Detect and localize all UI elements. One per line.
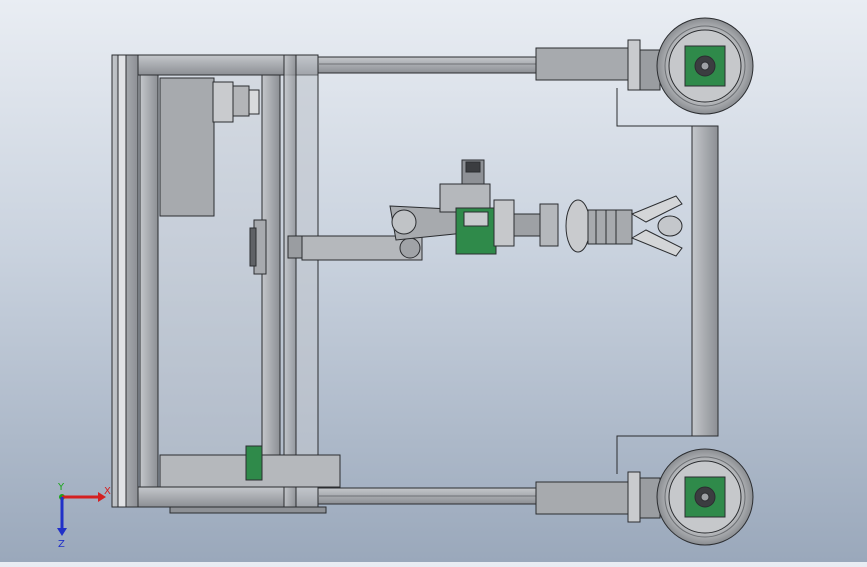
frame-bearing-middle bbox=[249, 219, 267, 275]
wheel-bottom bbox=[535, 448, 754, 546]
assembly-drawing: X Y Z bbox=[57, 17, 754, 550]
rail-top bbox=[317, 56, 537, 74]
frame-left bbox=[111, 54, 319, 508]
z-arrow-head bbox=[57, 528, 67, 536]
x-axis-label: X bbox=[104, 486, 111, 497]
arm-gripper bbox=[565, 195, 683, 257]
wheel-top bbox=[535, 17, 754, 115]
orientation-triad: X Y Z bbox=[57, 482, 111, 550]
cad-viewport[interactable]: X Y Z bbox=[0, 0, 867, 562]
y-axis-label: Y bbox=[57, 482, 65, 493]
z-axis-label: Z bbox=[58, 539, 65, 550]
side-beam-right bbox=[616, 88, 719, 474]
rail-bottom bbox=[317, 487, 537, 505]
arm-wrist-bearing bbox=[455, 199, 559, 255]
